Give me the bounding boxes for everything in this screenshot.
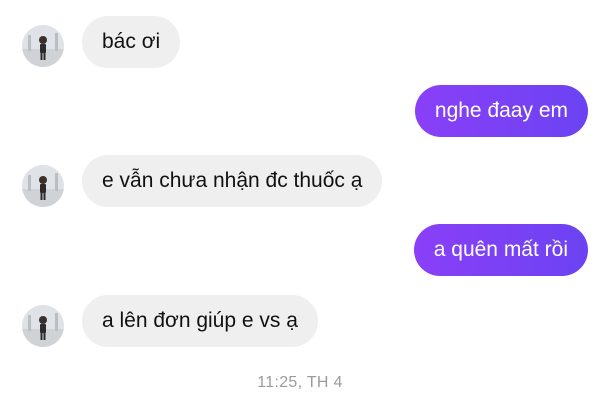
message-bubble-outgoing[interactable]: nghe đaay em [414, 85, 588, 137]
contact-avatar[interactable] [22, 305, 64, 347]
contact-avatar[interactable] [22, 25, 64, 67]
contact-avatar[interactable] [22, 165, 64, 207]
message-timestamp: 11:25, TH 4 [257, 374, 343, 391]
message-bubble-outgoing[interactable]: a quên mất rồi [413, 224, 588, 276]
profile-photo-icon [22, 305, 64, 347]
profile-photo-icon [22, 25, 64, 67]
message-bubble-incoming[interactable]: bác ơi [82, 16, 181, 68]
message-bubble-incoming[interactable]: a lên đơn giúp e vs ạ [82, 295, 318, 347]
chat-thread: bác ơi nghe đaay em e vẫn chưa nhận đc t… [0, 0, 600, 408]
profile-photo-icon [22, 165, 64, 207]
message-bubble-incoming[interactable]: e vẫn chưa nhận đc thuốc ạ [82, 155, 383, 207]
